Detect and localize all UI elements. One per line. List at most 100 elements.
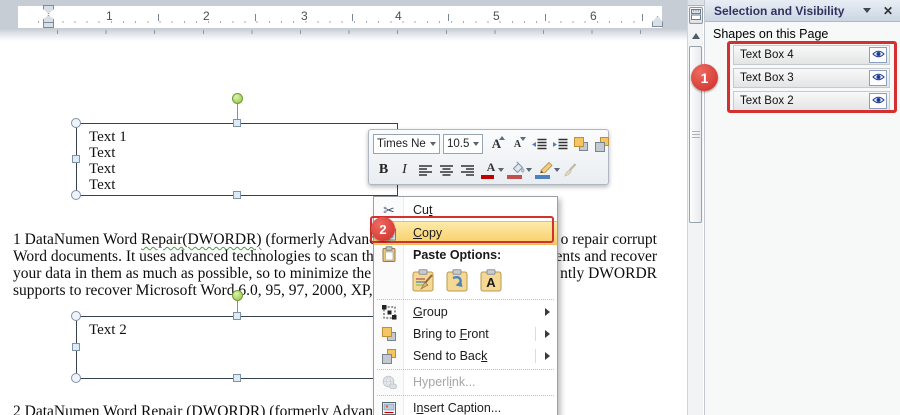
- bring-to-front-icon: [374, 326, 404, 342]
- align-center-icon: [440, 164, 453, 176]
- pane-close-icon[interactable]: ✕: [883, 4, 893, 18]
- menu-item-bring-to-front[interactable]: Bring to Front: [374, 323, 557, 345]
- align-right-button[interactable]: [457, 159, 478, 181]
- insert-caption-icon: [374, 401, 404, 415]
- annotation-step-2: 2: [371, 217, 395, 241]
- font-name-select[interactable]: Times Ne: [373, 134, 440, 154]
- resize-handle-top-left[interactable]: [71, 118, 81, 128]
- selection-pane-header[interactable]: Selection and Visibility ✕: [705, 0, 900, 22]
- resize-handle-bottom[interactable]: [233, 374, 241, 382]
- resize-handle-left[interactable]: [72, 155, 80, 163]
- increase-indent-button[interactable]: [549, 133, 570, 155]
- text-box-2-content[interactable]: Text 2: [89, 322, 127, 338]
- resize-handle-top-left[interactable]: [71, 311, 81, 321]
- shading-color-bar: [507, 175, 522, 179]
- ruler-half-tick: [448, 14, 449, 21]
- grow-font-button[interactable]: A: [486, 133, 507, 155]
- ruler-number: 2: [203, 9, 210, 23]
- up-arrow-icon: [692, 32, 700, 39]
- annotation-step-1: 1: [691, 64, 718, 91]
- font-size-select[interactable]: 10.5: [443, 134, 483, 154]
- mini-toolbar: Times Ne 10.5 A A B I A: [368, 129, 609, 185]
- text-box-1-content[interactable]: Text 1 Text Text Text: [89, 129, 127, 193]
- format-painter-icon: [563, 163, 578, 177]
- grow-arrow-icon: [499, 136, 505, 140]
- ruler-number: 5: [493, 9, 500, 23]
- send-to-back-icon: [374, 348, 404, 364]
- menu-item-insert-caption[interactable]: Insert Caption...: [374, 397, 557, 415]
- resize-handle-top[interactable]: [233, 119, 241, 127]
- ruler-minor-ticks: [38, 21, 638, 23]
- decrease-indent-button[interactable]: [528, 133, 549, 155]
- ruler-half-tick: [642, 14, 643, 21]
- rotate-handle[interactable]: [232, 93, 243, 104]
- paragraph-line: supports to recover Microsoft Word 6.0, …: [13, 282, 400, 299]
- resize-handle-left[interactable]: [72, 343, 80, 351]
- resize-handle-bottom-left[interactable]: [71, 373, 81, 383]
- paragraph-line: your data in them as much as possible, s…: [13, 265, 657, 282]
- text-box-1[interactable]: Text 1 Text Text Text: [76, 123, 398, 196]
- shrink-arrow-icon: [520, 137, 526, 141]
- text-box-2[interactable]: Text 2: [76, 316, 398, 379]
- paragraph-line: 1 DataNumen Word Repair(DWORDR) (formerl…: [13, 231, 657, 248]
- font-color-bar: [481, 175, 494, 179]
- word-document-window: 1 2 3 4 5 6 Text 1 Text Text Text 1 Data…: [0, 0, 900, 415]
- paste-options-label-row: Paste Options:: [374, 245, 557, 264]
- shading-button[interactable]: [504, 159, 532, 181]
- chevron-down-icon: [473, 142, 479, 146]
- submenu-arrow-icon: [545, 308, 550, 316]
- scroll-up-button[interactable]: [688, 27, 704, 44]
- paint-bucket-icon: [511, 161, 526, 173]
- ruler-toggle-icon: [691, 7, 701, 25]
- font-color-button[interactable]: A: [478, 159, 504, 181]
- left-indent-marker[interactable]: [43, 22, 54, 28]
- clipped-paragraph-line: 2 DataNumen Word Repair (DWORDR) (former…: [13, 403, 413, 415]
- send-backward-icon: [594, 136, 610, 152]
- group-icon: [374, 304, 404, 320]
- resize-handle-top[interactable]: [233, 312, 241, 320]
- default-tab-stop-ticks: [57, 30, 647, 34]
- bold-button[interactable]: B: [373, 159, 394, 181]
- ruler-number: 3: [301, 9, 308, 23]
- bring-forward-icon: [573, 136, 589, 152]
- resize-handle-bottom[interactable]: [233, 191, 241, 199]
- ruler-number: 4: [395, 9, 402, 23]
- rotate-handle[interactable]: [232, 290, 243, 301]
- paste-merge-formatting-button[interactable]: [444, 267, 470, 294]
- italic-button[interactable]: I: [394, 159, 415, 181]
- ruler-half-tick: [158, 14, 159, 21]
- submenu-divider: [535, 349, 536, 363]
- vertical-scrollbar[interactable]: [687, 0, 704, 415]
- document-paragraph[interactable]: 1 DataNumen Word Repair(DWORDR) (formerl…: [13, 231, 657, 299]
- paste-keep-source-button[interactable]: [410, 267, 436, 294]
- ruler-number: 6: [590, 9, 597, 23]
- pane-menu-caret-icon[interactable]: [862, 8, 871, 13]
- shapes-on-page-label: Shapes on this Page: [713, 27, 829, 41]
- scrollbar-grip: [692, 131, 700, 138]
- split-window-handle[interactable]: [688, 0, 704, 6]
- border-button[interactable]: [532, 159, 560, 181]
- svg-text:A: A: [486, 275, 496, 290]
- align-center-button[interactable]: [436, 159, 457, 181]
- pane-title: Selection and Visibility: [714, 3, 845, 18]
- send-backward-button[interactable]: [591, 133, 612, 155]
- menu-item-group[interactable]: Group: [374, 301, 557, 323]
- menu-item-hyperlink[interactable]: Hyperlink...: [374, 371, 557, 393]
- resize-handle-bottom-left[interactable]: [71, 190, 81, 200]
- align-left-button[interactable]: [415, 159, 436, 181]
- bring-forward-button[interactable]: [570, 133, 591, 155]
- paste-keep-text-only-button[interactable]: A: [478, 267, 504, 294]
- align-left-icon: [419, 164, 432, 176]
- ruler-half-tick: [545, 14, 546, 21]
- horizontal-ruler[interactable]: 1 2 3 4 5 6: [0, 0, 687, 42]
- align-right-icon: [461, 164, 474, 176]
- menu-item-send-to-back[interactable]: Send to Back: [374, 345, 557, 367]
- view-ruler-button[interactable]: [689, 7, 703, 24]
- border-color-bar: [535, 175, 550, 179]
- shrink-font-button[interactable]: A: [507, 133, 528, 155]
- decrease-indent-icon: [531, 138, 547, 151]
- submenu-divider: [535, 327, 536, 341]
- format-painter-button[interactable]: [560, 159, 581, 181]
- pencil-icon: [539, 161, 554, 173]
- annotation-pane-highlight-box: [727, 41, 897, 113]
